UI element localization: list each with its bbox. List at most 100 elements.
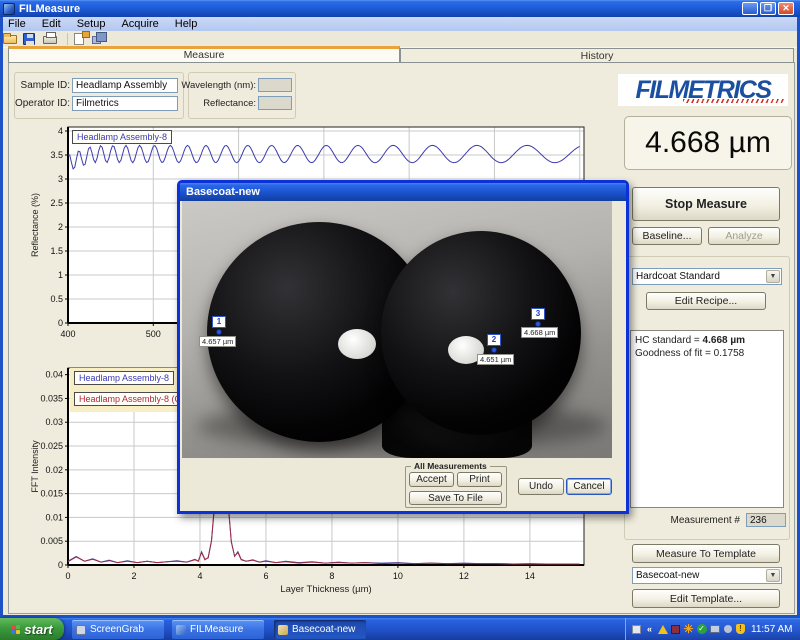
marker-2-number[interactable]: 2 [487,334,501,346]
svg-text:0: 0 [58,560,63,570]
results-box: HC standard = 4.668 µm Goodness of fit =… [630,330,784,508]
svg-text:8: 8 [329,571,334,581]
antivirus-ok-icon[interactable]: ✓ [696,624,707,635]
marker-3-value: 4.668 µm [521,327,558,338]
left-bezel-hole [338,329,376,359]
recipe-dropdown[interactable]: Hardcoat Standard ▼ [632,268,782,285]
reflectance-field [258,96,292,110]
undo-button[interactable]: Undo [518,478,564,495]
marker-2-pin-icon[interactable] [491,347,497,353]
warning-icon[interactable] [657,624,668,635]
baseline-button[interactable]: Baseline... [632,227,702,245]
stop-measure-button[interactable]: Stop Measure [632,187,780,221]
task-screengrab[interactable]: ScreenGrab [72,620,164,639]
menu-file[interactable]: File [0,18,34,30]
toolbar-separator [67,33,68,45]
filmeasure-window: FILMeasure _ ❐ ✕ File Edit Setup Acquire… [0,0,800,618]
close-button[interactable]: ✕ [778,2,794,15]
svg-text:12: 12 [459,571,469,581]
svg-text:10: 10 [393,571,403,581]
svg-text:0.03: 0.03 [45,417,63,427]
open-file-icon[interactable] [3,32,20,46]
system-tray: « ✳ ✓ ! 11:57 AM [625,618,800,640]
svg-text:0.01: 0.01 [45,512,63,522]
filmeasure-task-icon [176,625,186,635]
display-icon[interactable] [709,624,720,635]
menu-edit[interactable]: Edit [34,18,69,30]
save-icon[interactable] [23,32,40,46]
marker-3-number[interactable]: 3 [531,308,545,320]
hide-chevron-icon[interactable]: « [644,624,655,635]
menu-help[interactable]: Help [167,18,206,30]
measure-to-template-button[interactable]: Measure To Template [632,544,780,563]
windows-flag-icon [11,625,20,634]
menu-acquire[interactable]: Acquire [113,18,166,30]
template-dropdown[interactable]: Basecoat-new ▼ [632,567,782,584]
svg-text:0.005: 0.005 [40,536,63,546]
svg-text:0: 0 [65,571,70,581]
basecoat-task-icon [278,625,288,635]
dialog-title-bar: Basecoat-new [180,183,626,201]
start-button[interactable]: start [0,618,64,640]
legend-fft-calc: Headlamp Assembly-8 (C [74,392,186,406]
result-line2: Goodness of fit = 0.1758 [635,347,779,360]
recipe-dropdown-arrow[interactable]: ▼ [766,270,780,283]
edit-template-button[interactable]: Edit Template... [632,589,780,608]
title-bar: FILMeasure _ ❐ ✕ [0,0,800,17]
window-title: FILMeasure [19,3,80,15]
marker-1-value: 4.657 µm [199,336,236,347]
clock: 11:57 AM [751,624,793,635]
volume-icon[interactable] [722,624,733,635]
svg-text:1: 1 [58,270,63,280]
marker-1-number[interactable]: 1 [212,316,226,328]
svg-text:14: 14 [525,571,535,581]
measurement-number-label: Measurement # [640,515,740,526]
edit-recipe-button[interactable]: Edit Recipe... [646,292,766,310]
minimize-button[interactable]: _ [742,2,758,15]
svg-text:0.04: 0.04 [45,370,63,380]
svg-text:4: 4 [197,571,202,581]
legend-fft-measured: Headlamp Assembly-8 [74,371,174,385]
task-basecoat-new[interactable]: Basecoat-new [274,620,366,639]
input-indicator-icon[interactable] [631,624,642,635]
screengrab-icon [76,625,86,635]
dialog-title: Basecoat-new [186,186,260,198]
color-app-icon[interactable]: ✳ [683,624,694,635]
reflectance-label: Reflectance: [178,98,256,109]
svg-text:2.5: 2.5 [50,198,63,208]
svg-text:0.015: 0.015 [40,489,63,499]
all-measurements-label: All Measurements [411,461,490,471]
print-button[interactable]: Print [457,472,502,487]
tab-measure[interactable]: Measure [8,46,400,63]
svg-text:500: 500 [146,329,161,339]
wavelength-label: Wavelength (nm): [178,80,256,91]
tab-history[interactable]: History [400,48,794,63]
task-filmeasure[interactable]: FILMeasure [172,620,264,639]
print-icon[interactable] [43,32,60,46]
security-shield-icon[interactable]: ! [735,624,746,635]
filmetrics-logo: FILMETRICS [618,74,788,106]
export-report-icon[interactable] [72,32,89,46]
svg-text:6: 6 [263,571,268,581]
svg-text:1.5: 1.5 [50,246,63,256]
copy-snapshot-icon[interactable] [92,32,109,46]
svg-text:400: 400 [60,329,75,339]
wavelength-field [258,78,292,92]
marker-1-pin-icon[interactable] [216,329,222,335]
svg-text:FFT Intensity: FFT Intensity [30,440,40,493]
restore-button[interactable]: ❐ [760,2,776,15]
svg-text:Reflectance (%): Reflectance (%) [30,193,40,257]
save-to-file-button[interactable]: Save To File [409,491,502,505]
svg-text:0: 0 [58,318,63,328]
accept-button[interactable]: Accept [409,472,454,487]
svg-text:0.5: 0.5 [50,294,63,304]
sample-id-input[interactable]: Headlamp Assembly [72,78,178,93]
menu-setup[interactable]: Setup [69,18,114,30]
cancel-button[interactable]: Cancel [566,478,612,495]
operator-id-input[interactable]: Filmetrics [72,96,178,111]
template-dropdown-arrow[interactable]: ▼ [766,569,780,582]
network-monitor-icon[interactable] [670,624,681,635]
taskbar: start ScreenGrab FILMeasure Basecoat-new… [0,618,800,640]
sample-id-label: Sample ID: [16,80,70,91]
svg-text:4: 4 [58,126,63,136]
